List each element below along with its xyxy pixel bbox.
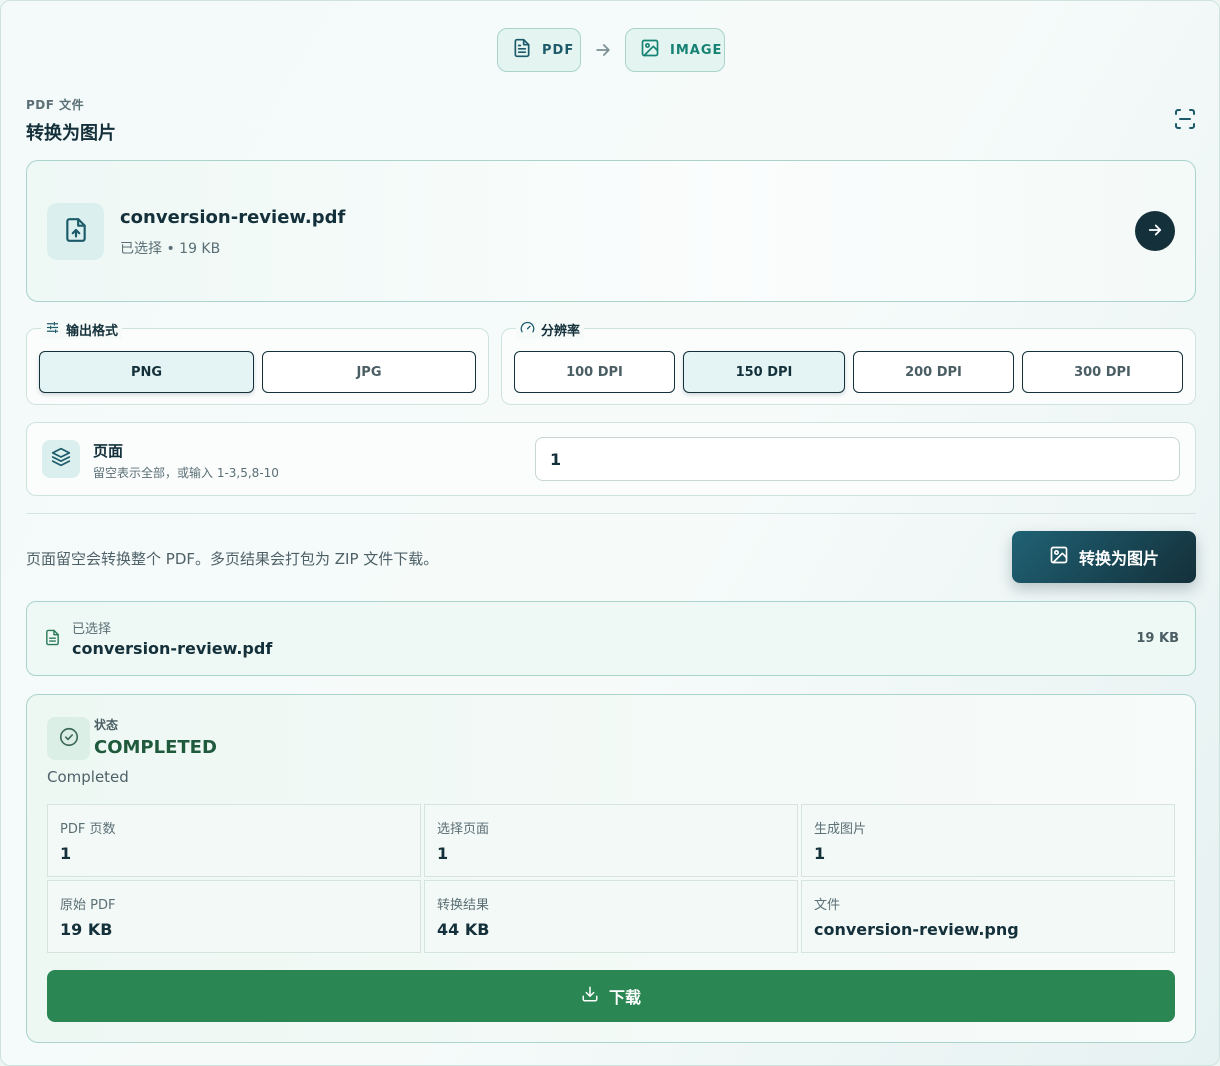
flow-pdf-pill: PDF	[497, 28, 581, 72]
file-name: conversion-review.pdf	[120, 207, 346, 228]
flow-image-pill: IMAGE	[625, 28, 725, 72]
stat-selected-pages: 选择页面 1	[424, 804, 798, 877]
download-button[interactable]: 下载	[47, 970, 1175, 1022]
file-dropzone[interactable]	[26, 160, 1196, 302]
file-size: 19 KB	[179, 241, 221, 257]
file-status: 已选择	[120, 241, 162, 257]
stat-label: 生成图片	[814, 822, 867, 837]
status-label: 状态	[94, 718, 119, 732]
arrow-right-icon	[1146, 221, 1164, 242]
selected-file-label: 已选择	[72, 622, 112, 637]
layers-icon-wrap	[42, 440, 80, 478]
dpi-option-300[interactable]: 300 DPI	[1022, 351, 1183, 393]
pages-title: 页面	[93, 442, 124, 460]
convert-button[interactable]: 转换为图片	[1012, 531, 1196, 583]
image-icon	[1049, 545, 1069, 569]
status-value: COMPLETED	[94, 737, 217, 758]
file-meta: 已选择 • 19 KB	[120, 238, 220, 258]
stat-label: 转换结果	[437, 898, 490, 913]
download-button-label: 下载	[608, 988, 641, 1007]
stat-value: conversion-review.png	[814, 920, 1019, 939]
check-circle-icon-wrap	[47, 717, 90, 760]
stat-images-generated: 生成图片 1	[801, 804, 1175, 877]
stat-value: 19 KB	[60, 920, 113, 939]
stat-label: 选择页面	[437, 822, 490, 837]
gauge-icon	[520, 320, 535, 339]
resolution-group: 分辨率 100 DPI 150 DPI 200 DPI 300 DPI	[501, 320, 1196, 405]
file-upload-icon-wrap	[47, 203, 104, 260]
status-text: Completed	[47, 768, 129, 786]
stat-value: 1	[437, 844, 449, 863]
resolution-label: 分辨率	[541, 324, 581, 339]
eyebrow-label: PDF 文件	[26, 98, 85, 112]
file-upload-icon	[63, 217, 89, 247]
stat-label: 文件	[814, 898, 841, 913]
check-circle-icon	[58, 726, 80, 752]
stat-output-file: 文件 conversion-review.png	[801, 880, 1175, 953]
layers-icon	[51, 447, 71, 471]
flow-to-label: IMAGE	[670, 42, 723, 58]
output-format-group: 输出格式 PNG JPG	[26, 320, 489, 405]
stat-value: 1	[60, 844, 72, 863]
stat-result-size: 转换结果 44 KB	[424, 880, 798, 953]
page-title: 转换为图片	[26, 123, 116, 144]
sliders-icon	[45, 320, 60, 339]
file-text-icon	[512, 38, 532, 62]
dpi-option-200[interactable]: 200 DPI	[853, 351, 1014, 393]
meta-separator: •	[166, 241, 180, 257]
convert-button-label: 转换为图片	[1078, 549, 1159, 568]
format-option-png[interactable]: PNG	[39, 351, 254, 393]
selected-file-name: conversion-review.pdf	[72, 639, 273, 658]
flow-from-label: PDF	[542, 42, 575, 58]
output-format-legend: 输出格式	[41, 320, 123, 339]
image-icon	[640, 38, 660, 62]
dpi-option-150[interactable]: 150 DPI	[683, 351, 845, 393]
stat-pdf-pages: PDF 页数 1	[47, 804, 421, 877]
next-button[interactable]	[1135, 211, 1175, 251]
divider	[26, 513, 1196, 514]
stat-original-pdf: 原始 PDF 19 KB	[47, 880, 421, 953]
output-format-label: 输出格式	[66, 324, 119, 339]
pages-hint: 留空表示全部，或输入 1-3,5,8-10	[93, 466, 279, 480]
pages-input[interactable]	[535, 437, 1180, 481]
resolution-legend: 分辨率	[516, 320, 585, 339]
format-option-jpg[interactable]: JPG	[262, 351, 476, 393]
scan-icon[interactable]	[1173, 107, 1197, 131]
dpi-option-100[interactable]: 100 DPI	[514, 351, 675, 393]
file-text-icon	[44, 629, 61, 650]
conversion-note: 页面留空会转换整个 PDF。多页结果会打包为 ZIP 文件下载。	[26, 550, 439, 568]
stat-label: PDF 页数	[60, 822, 116, 837]
stat-value: 1	[814, 844, 826, 863]
arrow-right-icon	[593, 40, 613, 64]
selected-file-size: 19 KB	[1136, 631, 1179, 646]
stat-value: 44 KB	[437, 920, 490, 939]
download-icon	[581, 985, 599, 1007]
stat-label: 原始 PDF	[60, 898, 116, 913]
converter-card: PDF IMAGE PDF 文件 转换为图片 conversion-review…	[0, 0, 1220, 1066]
